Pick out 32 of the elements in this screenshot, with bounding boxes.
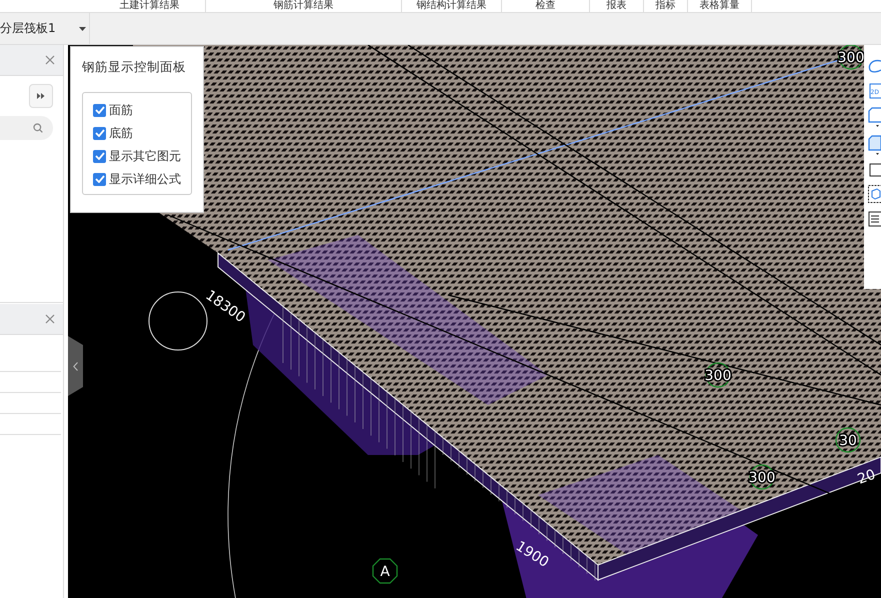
axis-marker: A xyxy=(372,558,398,584)
result-tab[interactable]: 土建计算结果 xyxy=(94,0,206,12)
result-tab[interactable]: 检查 xyxy=(502,0,590,12)
double-arrow-icon xyxy=(37,93,45,99)
panel-title: 钢筋显示控制面板 xyxy=(82,59,187,76)
result-tab[interactable]: 表格算量 xyxy=(688,0,752,12)
result-tab[interactable]: 指标 xyxy=(644,0,688,12)
orbit-icon[interactable] xyxy=(868,57,881,75)
checkbox[interactable] xyxy=(93,104,106,116)
checkbox-label: 显示其它图元 xyxy=(109,148,181,164)
close-icon[interactable] xyxy=(45,314,55,324)
checkbox[interactable] xyxy=(93,150,106,162)
close-icon[interactable] xyxy=(45,55,55,65)
checkbox-label: 面筋 xyxy=(109,102,133,118)
expand-button[interactable] xyxy=(29,84,53,108)
box-icon[interactable] xyxy=(868,107,881,127)
result-tab[interactable]: 报表 xyxy=(590,0,644,12)
checkbox-label: 底筋 xyxy=(109,124,133,142)
dimension-label: 20 xyxy=(856,466,878,488)
search-icon xyxy=(33,123,43,133)
solid-box-icon[interactable] xyxy=(868,135,881,155)
frame-icon[interactable] xyxy=(868,163,881,177)
caret-icon xyxy=(79,26,86,30)
list-icon[interactable] xyxy=(868,211,881,227)
result-tab[interactable]: 钢筋计算结果 xyxy=(206,0,402,12)
checkbox[interactable] xyxy=(93,126,106,140)
floor-dropdown[interactable]: 分层筏板1 xyxy=(0,13,90,44)
checkbox[interactable] xyxy=(93,172,106,186)
search-field[interactable] xyxy=(0,116,53,140)
result-tab[interactable]: 钢结构计算结果 xyxy=(402,0,502,12)
cube-icon[interactable] xyxy=(868,185,881,203)
checkbox-label: 显示详细公式 xyxy=(109,170,181,188)
